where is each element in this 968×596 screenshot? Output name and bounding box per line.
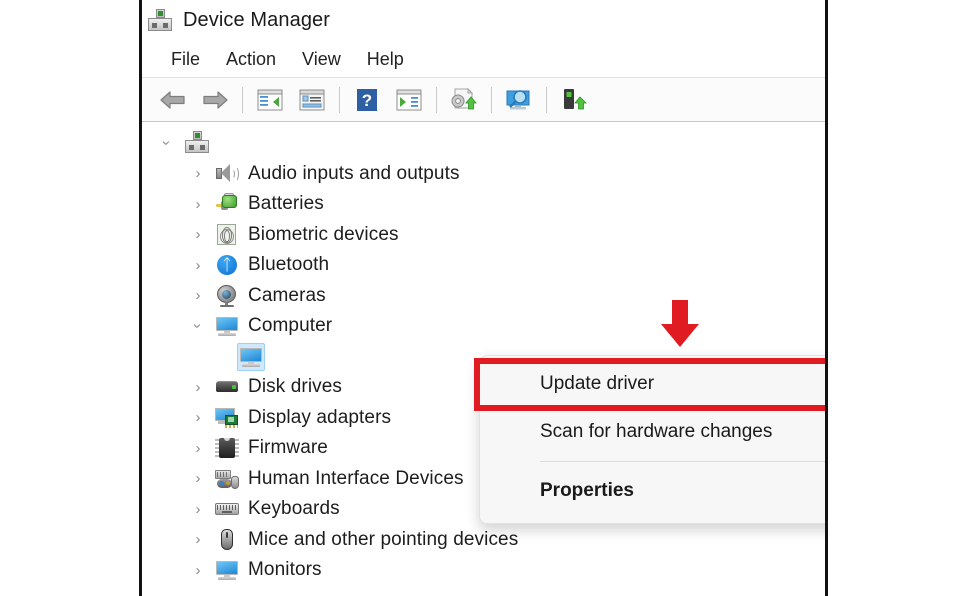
properties-icon[interactable]	[295, 84, 329, 116]
chevron-right-icon[interactable]: ›	[190, 166, 206, 182]
tree-item-label: Keyboards	[248, 498, 340, 520]
chevron-right-icon[interactable]: ›	[190, 379, 206, 395]
show-hide-action-pane-icon[interactable]	[392, 84, 426, 116]
context-menu-item-update-driver[interactable]: Update driver	[480, 360, 825, 408]
tree-item-audio-inputs-and-outputs[interactable]: › Audio inputs and outputs	[142, 159, 825, 190]
speaker-icon	[215, 162, 239, 186]
camera-icon	[215, 284, 239, 308]
chevron-right-icon[interactable]: ›	[190, 257, 206, 273]
monitor-icon	[239, 345, 263, 369]
tree-item-monitors[interactable]: › Monitors	[142, 555, 825, 586]
toolbar-separator	[491, 86, 492, 113]
menu-item-view[interactable]: View	[289, 47, 354, 72]
tree-item-label: Cameras	[248, 284, 326, 306]
back-arrow-icon[interactable]	[156, 84, 190, 116]
tree-item-label: Firmware	[248, 437, 328, 459]
tree-item-biometric-devices[interactable]: › Biometric devices	[142, 220, 825, 251]
chevron-right-icon[interactable]: ›	[190, 471, 206, 487]
chevron-right-icon[interactable]: ›	[190, 532, 206, 548]
scan-for-hardware-changes-icon[interactable]	[502, 84, 536, 116]
help-icon[interactable]: ?	[350, 84, 384, 116]
toolbar-separator	[242, 86, 243, 113]
update-driver-icon[interactable]	[447, 84, 481, 116]
firmware-chip-icon	[215, 436, 239, 460]
tree-item-label: Monitors	[248, 559, 322, 581]
chevron-down-icon[interactable]: ›	[159, 135, 176, 151]
chevron-down-icon[interactable]: ›	[190, 318, 207, 334]
chevron-right-icon[interactable]: ›	[190, 227, 206, 243]
chevron-right-icon[interactable]: ›	[190, 410, 206, 426]
monitor-icon	[215, 558, 239, 582]
svg-text:?: ?	[362, 91, 372, 110]
context-menu-item-scan-for-hardware-changes[interactable]: Scan for hardware changes	[480, 408, 825, 456]
chevron-right-icon[interactable]: ›	[190, 288, 206, 304]
toolbar-separator	[546, 86, 547, 113]
menu-item-file[interactable]: File	[158, 47, 213, 72]
selection-highlight	[237, 342, 265, 371]
battery-icon	[215, 192, 239, 216]
chevron-right-icon[interactable]: ›	[190, 440, 206, 456]
tree-item-computer[interactable]: › Computer	[142, 311, 825, 342]
fingerprint-icon	[215, 223, 239, 247]
context-menu-separator	[540, 461, 825, 462]
chevron-right-icon[interactable]: ›	[190, 196, 206, 212]
toolbar-separator	[436, 86, 437, 113]
show-hide-console-tree-icon[interactable]	[253, 84, 287, 116]
tree-item-label: Batteries	[248, 193, 324, 215]
context-menu: Update driver Scan for hardware changes …	[479, 355, 825, 524]
menu-item-action[interactable]: Action	[213, 47, 289, 72]
bluetooth-icon: ᛏ	[215, 253, 239, 277]
chevron-right-icon[interactable]: ›	[190, 501, 206, 517]
keyboard-icon	[215, 497, 239, 521]
disk-drive-icon	[215, 375, 239, 399]
computer-root-icon	[184, 131, 210, 155]
monitor-icon	[215, 314, 239, 338]
disable-device-icon[interactable]	[557, 84, 591, 116]
title-bar: Device Manager	[142, 0, 825, 41]
hid-icon	[215, 467, 239, 491]
menu-item-help[interactable]: Help	[354, 47, 417, 72]
tree-item-root[interactable]: ›	[142, 128, 825, 159]
forward-arrow-icon[interactable]	[198, 84, 232, 116]
tree-item-label: Biometric devices	[248, 223, 399, 245]
device-manager-icon	[147, 8, 173, 33]
menu-bar: File Action View Help	[142, 41, 825, 78]
device-manager-window: Device Manager File Action View Help ? ›…	[139, 0, 828, 596]
toolbar: ?	[142, 78, 825, 122]
chevron-right-icon[interactable]: ›	[190, 562, 206, 578]
tree-item-label: Computer	[248, 315, 333, 337]
context-menu-item-properties[interactable]: Properties	[480, 467, 825, 515]
tree-item-bluetooth[interactable]: › ᛏ Bluetooth	[142, 250, 825, 281]
tree-item-label: Audio inputs and outputs	[248, 162, 460, 184]
tree-item-label: Display adapters	[248, 406, 392, 428]
tree-item-cameras[interactable]: › Cameras	[142, 281, 825, 312]
display-adapter-icon	[215, 406, 239, 430]
red-down-arrow-icon	[658, 300, 702, 348]
mouse-icon	[215, 528, 239, 552]
tree-item-label: Disk drives	[248, 376, 343, 398]
tree-item-label: Human Interface Devices	[248, 467, 464, 489]
window-title: Device Manager	[183, 9, 331, 31]
toolbar-separator	[339, 86, 340, 113]
tree-item-label: Mice and other pointing devices	[248, 528, 519, 550]
tree-item-mice-and-other-pointing-devices[interactable]: › Mice and other pointing devices	[142, 525, 825, 556]
tree-item-batteries[interactable]: › Batteries	[142, 189, 825, 220]
tree-item-label: Bluetooth	[248, 254, 330, 276]
